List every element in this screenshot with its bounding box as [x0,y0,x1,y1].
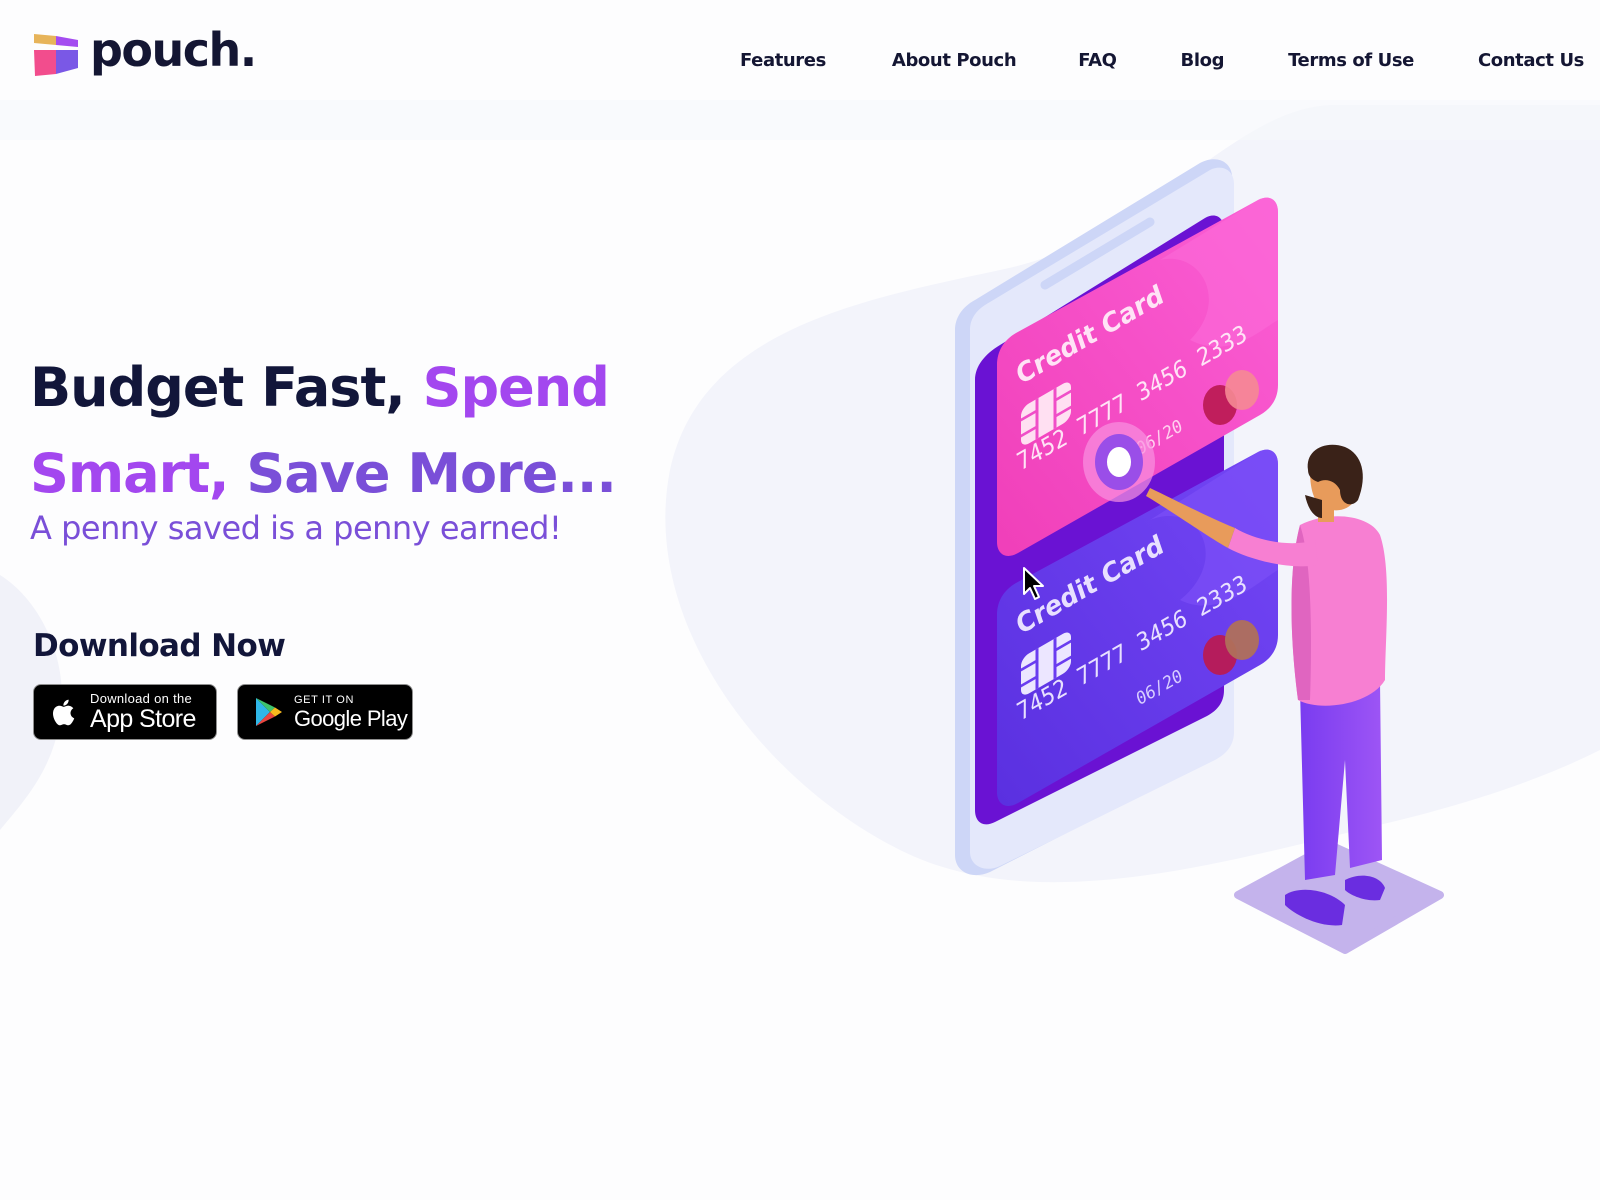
nav-contact-us[interactable]: Contact Us [1478,50,1584,71]
nav-terms-of-use[interactable]: Terms of Use [1288,50,1414,71]
google-play-icon [256,698,282,726]
main-nav: Features About Pouch FAQ Blog Terms of U… [740,50,1584,71]
google-play-large-label: Google Play [294,705,408,731]
google-play-small-label: GET IT ON [294,693,355,706]
nav-blog[interactable]: Blog [1181,50,1225,71]
hero-illustration: Credit Card 7452 7777 3456 2333 06/20 Cr… [955,159,1444,954]
headline-part-smart: Smart, [30,442,247,505]
nav-faq[interactable]: FAQ [1078,50,1117,71]
hero-tagline: A penny saved is a penny earned! [30,509,562,547]
google-play-button[interactable]: GET IT ON Google Play [237,684,413,740]
hero-headline: Budget Fast, Spend Smart, Save More... [30,345,617,517]
mastercard-orange-circle [1225,620,1259,660]
site-header: pouch. Features About Pouch FAQ Blog Ter… [0,0,1600,100]
download-title: Download Now [33,628,286,664]
headline-part-save-more: Save More... [246,442,617,505]
headline-part-spend: Spend [422,356,610,419]
nav-about-pouch[interactable]: About Pouch [892,50,1017,71]
tap-indicator [1083,422,1155,502]
nav-features[interactable]: Features [740,50,826,71]
headline-part-budget-fast: Budget Fast, [30,356,423,419]
hero-section: Budget Fast, Spend Smart, Save More... A… [30,345,617,547]
logo-text: pouch. [90,23,257,77]
app-store-button[interactable]: Download on the App Store [33,684,217,740]
mouse-cursor-icon [1023,567,1044,600]
apple-icon [53,699,75,726]
app-store-small-label: Download on the [90,691,193,706]
logo[interactable]: pouch. [32,23,257,77]
app-store-large-label: App Store [90,705,196,733]
pouch-logo-icon [34,34,78,76]
mastercard-orange-circle [1225,370,1259,410]
